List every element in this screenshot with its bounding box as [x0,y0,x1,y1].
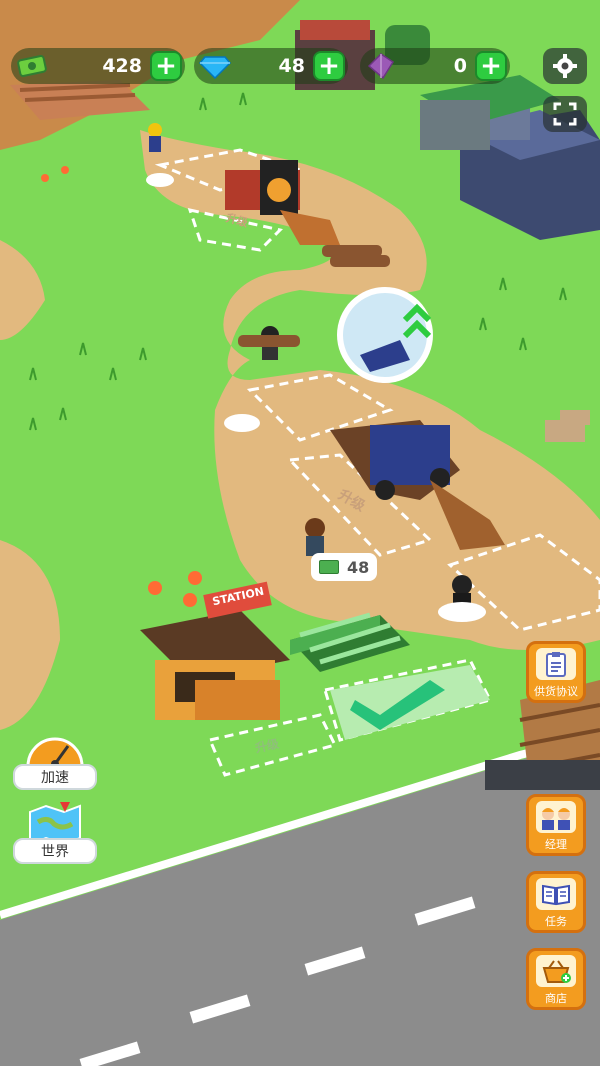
clipboard-icon [536,648,576,680]
cash-bubble-value: 48 [347,557,370,577]
world-button[interactable]: 世界 [13,800,97,864]
crystal-counter: 0 + [360,48,510,84]
gem-value: 48 [278,55,305,77]
gem-counter: 48 + [194,48,348,84]
expand-icon [553,102,577,126]
tasks-button[interactable]: 任务 [526,871,586,933]
add-crystals-button[interactable]: + [475,51,507,81]
cash-collect-bubble[interactable]: 48 [311,553,378,581]
shopping-basket-icon [536,955,576,987]
cash-value: 428 [102,55,142,77]
world-label: 世界 [13,838,97,864]
supply-agreement-button[interactable]: 供货协议 [526,641,586,703]
add-gems-button[interactable]: + [313,51,345,81]
purple-crystal-icon [364,51,398,81]
world-map [0,0,600,1066]
shop-button[interactable]: 商店 [526,948,586,1010]
task-book-icon [536,878,576,910]
speed-up-button[interactable]: 加速 [13,726,97,790]
manager-label: 经理 [545,838,567,851]
crystal-value: 0 [453,55,467,77]
game-scene[interactable]: 升级 升级 升级 STATION 48 [0,0,600,1066]
manager-button[interactable]: 经理 [526,794,586,856]
cash-icon [319,560,339,574]
speed-up-label: 加速 [13,764,97,790]
add-cash-button[interactable]: + [150,51,182,81]
gear-icon [553,54,577,78]
cash-stack-icon [15,51,49,81]
managers-icon [536,801,576,833]
tasks-label: 任务 [545,915,567,928]
fullscreen-button[interactable] [543,96,587,132]
cash-counter: 428 + [11,48,185,84]
shop-label: 商店 [545,992,567,1005]
diamond-icon [198,51,232,81]
supply-agreement-label: 供货协议 [534,685,578,698]
settings-button[interactable] [543,48,587,84]
